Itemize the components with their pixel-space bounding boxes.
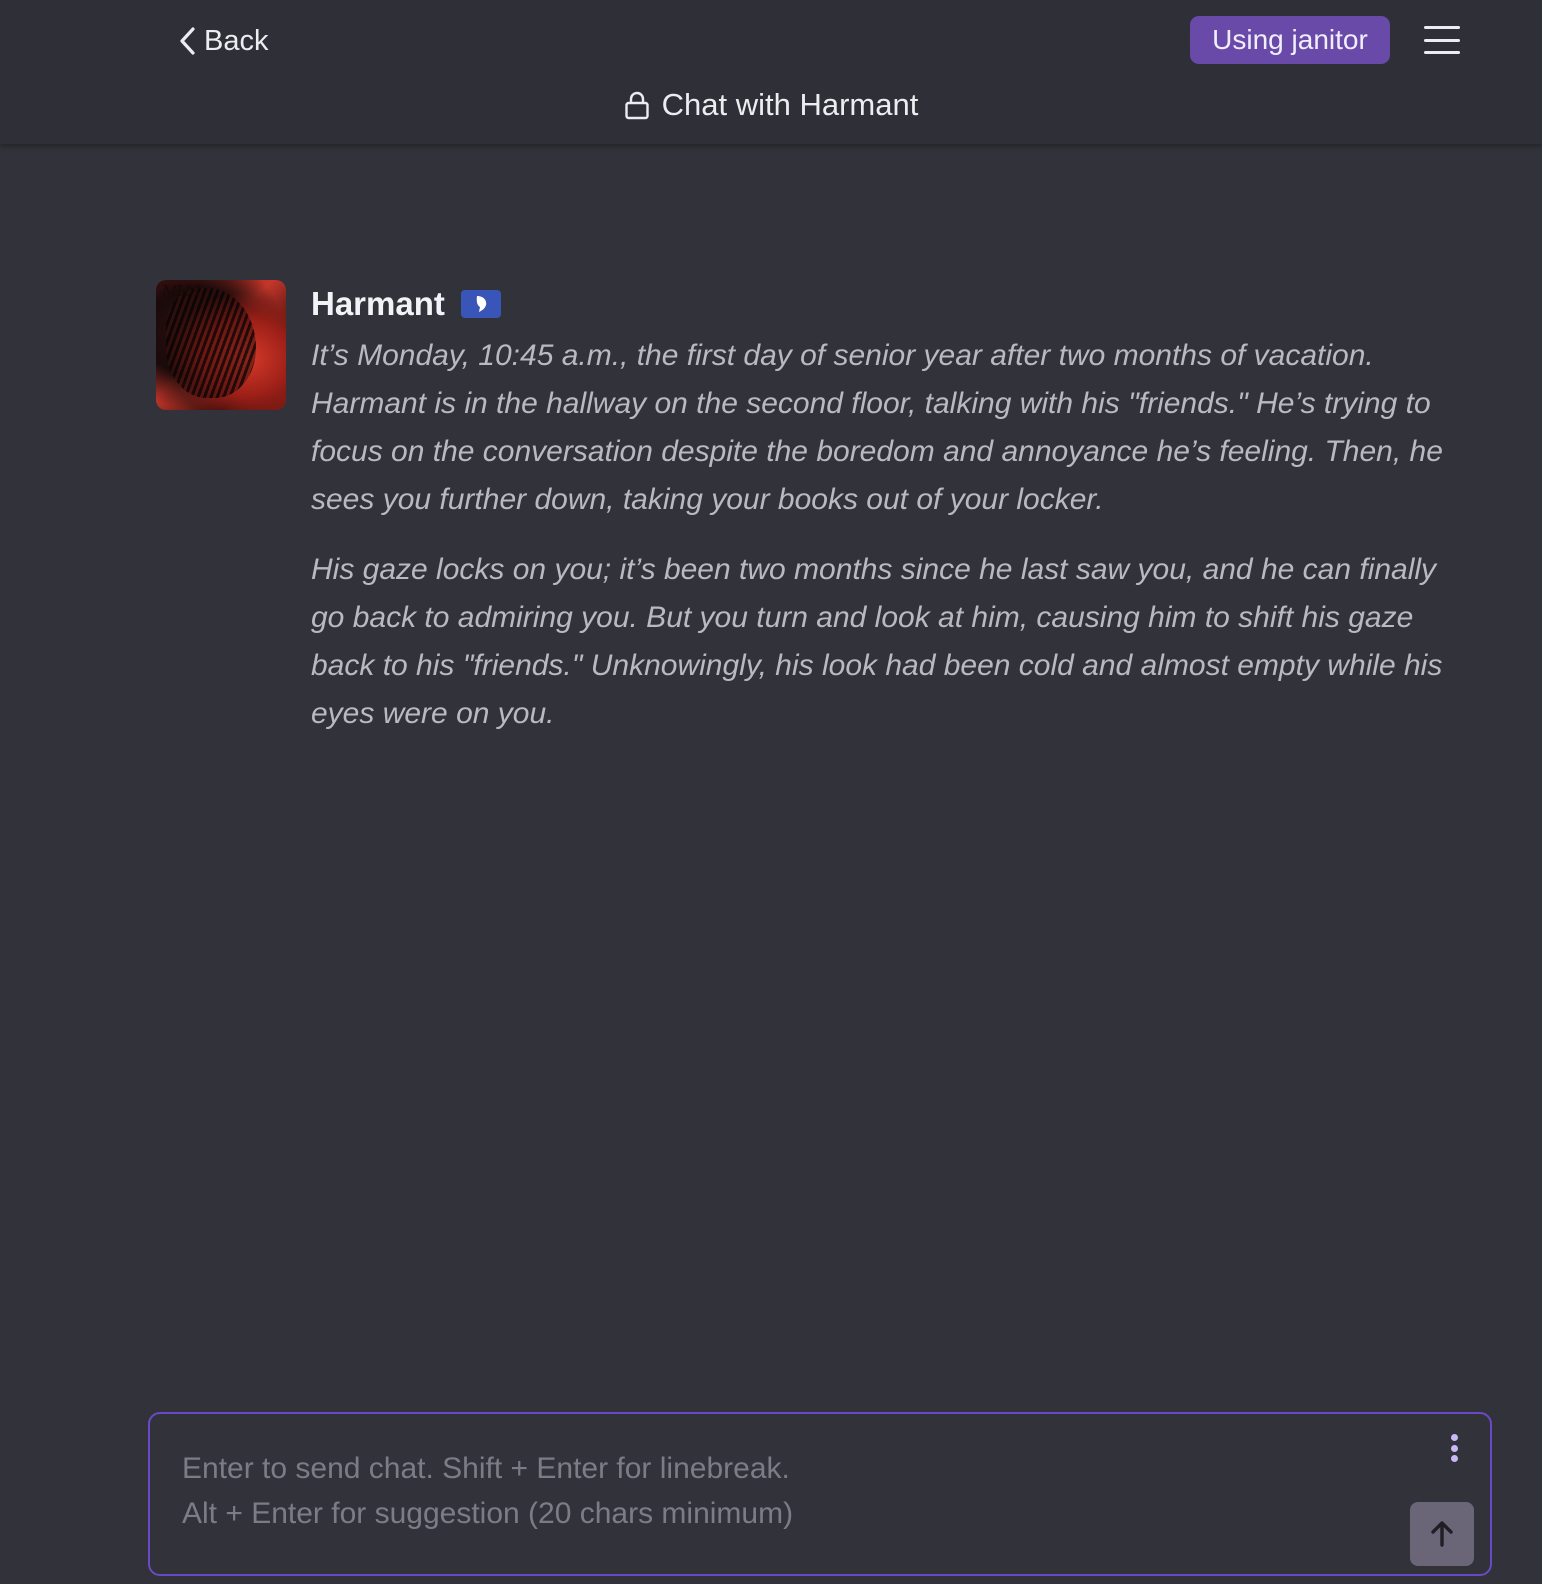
chevron-left-icon (180, 27, 195, 55)
message-body: It’s Monday, 10:45 a.m., the first day o… (311, 332, 1457, 760)
chat-composer[interactable]: Enter to send chat. Shift + Enter for li… (148, 1412, 1492, 1576)
message-header: Harmant (311, 282, 501, 326)
arrow-up-icon (1431, 1521, 1453, 1547)
message-paragraph: It’s Monday, 10:45 a.m., the first day o… (311, 339, 1443, 516)
chat-title-text: Chat with Harmant (661, 87, 919, 122)
hamburger-menu-icon[interactable] (1422, 22, 1462, 58)
sender-name: Harmant (311, 285, 445, 322)
avatar[interactable]: MLM (156, 280, 286, 410)
top-bar: Back Using janitor Chat with Harmant (0, 0, 1542, 144)
chat-input[interactable]: Enter to send chat. Shift + Enter for li… (182, 1446, 1332, 1536)
bot-icon (476, 296, 487, 312)
send-button[interactable] (1410, 1502, 1474, 1566)
lock-icon (624, 91, 649, 120)
back-button[interactable]: Back (176, 20, 268, 62)
model-badge-button[interactable]: Using janitor (1190, 16, 1390, 64)
back-label: Back (204, 24, 269, 57)
bot-badge (460, 290, 501, 318)
chat-page: Back Using janitor Chat with Harmant MLM… (0, 0, 1542, 1584)
avatar-text: MLM (162, 282, 201, 300)
more-options-icon[interactable] (1444, 1432, 1464, 1464)
message-paragraph: His gaze locks on you; it’s been two mon… (311, 553, 1443, 730)
page-title: Chat with Harmant (0, 80, 1542, 130)
